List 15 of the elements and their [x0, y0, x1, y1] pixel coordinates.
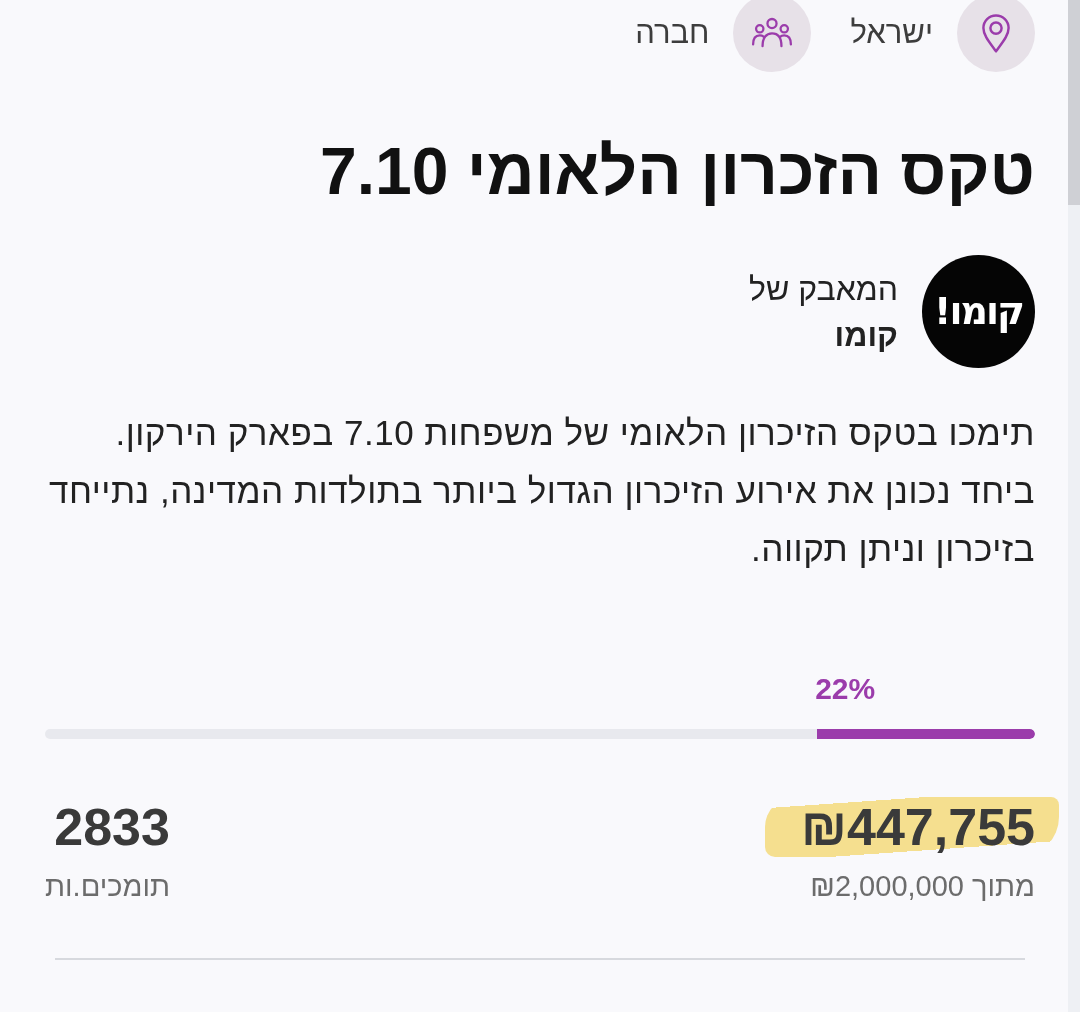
meta-label: חברה — [635, 13, 710, 52]
organizer-name[interactable]: קומו — [749, 311, 898, 358]
supporters-count: 2833 — [54, 797, 170, 858]
raised-amount: ₪447,755 — [765, 797, 1059, 858]
goal-amount: מתוך ₪2,000,000 — [810, 869, 1035, 905]
organizer-prefix: המאבק של — [749, 269, 898, 309]
scrollbar-track[interactable] — [1068, 0, 1080, 1012]
progress-percent: 22% — [815, 671, 876, 708]
organizer-logo: קומו! — [922, 255, 1035, 369]
scrollbar-thumb[interactable] — [1068, 0, 1080, 205]
supporters-label: תומכים.ות — [45, 869, 170, 905]
campaign-title: טקס הזכרון הלאומי 7.10 — [319, 133, 1035, 210]
meta-label: ישראל — [850, 13, 933, 52]
description-paragraph: תימכו בטקס הזיכרון הלאומי של משפחות 7.10 בפארק הירקון. — [114, 412, 1035, 455]
description-paragraph: ביחד נכונן את אירוע הזיכרון הגדול ביותר בתולדות המדינה, נתייחד בזיכרון וניתן תקווה. — [48, 470, 1035, 571]
